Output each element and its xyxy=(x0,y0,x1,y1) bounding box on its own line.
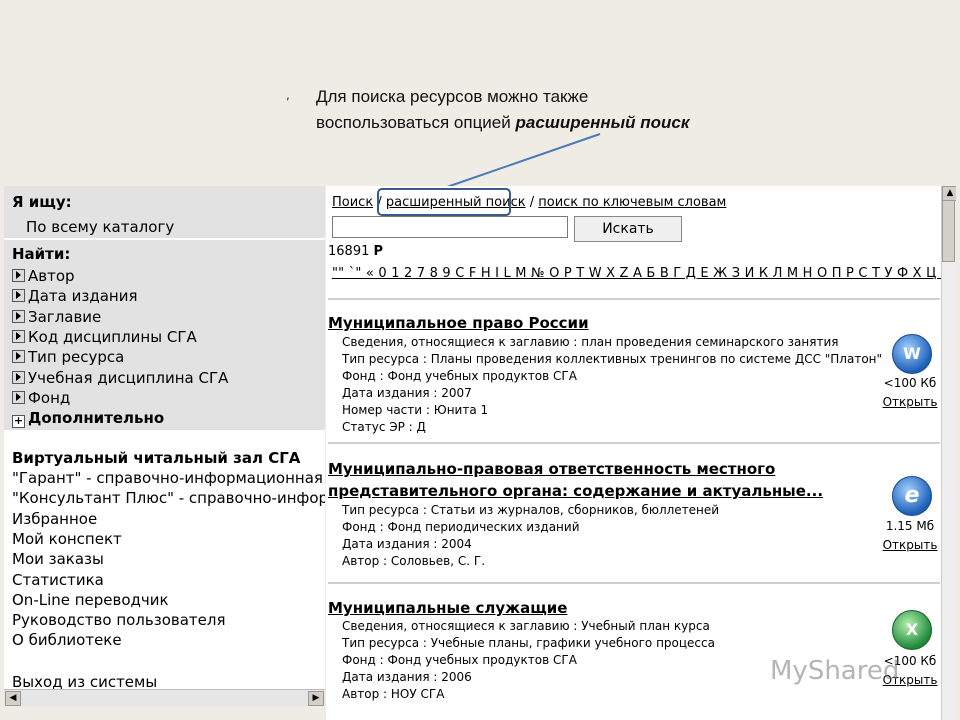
caption-emphasis: расширенный поиск xyxy=(515,113,690,132)
find-item[interactable]: Заглавие xyxy=(12,307,101,327)
keyword-search-link[interactable]: поиск по ключевым словам xyxy=(538,195,726,210)
caption: Для поиска ресурсов можно также воспольз… xyxy=(316,84,690,136)
internet-explorer-icon[interactable]: e xyxy=(892,476,932,516)
separator: / xyxy=(529,195,535,210)
result-title[interactable]: Муниципальное право России xyxy=(328,314,589,332)
callout-line xyxy=(443,133,601,189)
sidebar-link[interactable]: Избранное xyxy=(12,509,97,529)
caption-line-1: Для поиска ресурсов можно также xyxy=(316,87,589,106)
result-detail-line: Автор : Соловьев, С. Г. xyxy=(342,554,486,568)
caption-tick: , xyxy=(286,88,290,102)
find-label: Найти: xyxy=(12,245,71,263)
result-details: Сведения, относящиеся к заглавию : Учебн… xyxy=(342,618,715,703)
left-panel: Я ищу: По всему каталогу Найти: Автор Дат… xyxy=(4,186,325,706)
search-input[interactable] xyxy=(332,216,568,238)
caption-line-2-prefix: воспользоваться опцией xyxy=(316,113,516,132)
result-detail-line: Тип ресурса : Учебные планы, графики уче… xyxy=(342,636,715,650)
result-count-letter: Р xyxy=(373,244,384,259)
divider xyxy=(328,298,940,300)
sidebar-link[interactable]: О библиотеке xyxy=(12,630,122,650)
scroll-right-icon[interactable]: ▶ xyxy=(308,691,324,706)
find-item[interactable]: Тип ресурса xyxy=(12,347,124,367)
advanced-search-highlight xyxy=(377,188,511,216)
result-detail-line: Дата издания : 2006 xyxy=(342,670,472,684)
find-item[interactable]: Учебная дисциплина СГА xyxy=(12,368,228,388)
watermark: MyShared xyxy=(770,656,900,686)
expand-arrow-icon[interactable] xyxy=(12,309,25,323)
result-title-line-2[interactable]: представительного органа: содержание и а… xyxy=(328,482,823,500)
find-item-more[interactable]: + Дополнительно xyxy=(12,408,164,428)
scroll-thumb[interactable] xyxy=(942,200,955,262)
excel-doc-icon[interactable]: X xyxy=(892,610,932,650)
simple-search-link[interactable]: Поиск xyxy=(332,195,373,210)
expand-arrow-icon[interactable] xyxy=(12,350,25,364)
find-item-label: Тип ресурса xyxy=(28,348,125,367)
find-item-label: Заглавие xyxy=(28,307,102,326)
find-item[interactable]: Автор xyxy=(12,266,75,286)
find-item[interactable]: Код дисциплины СГА xyxy=(12,327,197,347)
divider xyxy=(328,442,940,444)
result-details: Сведения, относящиеся к заглавию : план … xyxy=(342,334,882,436)
word-doc-icon[interactable]: W xyxy=(892,334,932,374)
result-count: 16891 Р xyxy=(328,244,383,259)
looking-for-label: Я ищу: xyxy=(12,193,72,211)
result-detail-line: Фонд : Фонд учебных продуктов СГА xyxy=(342,653,577,667)
result-detail-line: Дата издания : 2007 xyxy=(342,386,472,400)
expand-arrow-icon[interactable] xyxy=(12,269,25,282)
result-detail-line: Дата издания : 2004 xyxy=(342,537,472,551)
result-size: <100 Кб xyxy=(883,376,937,390)
expand-arrow-icon[interactable] xyxy=(12,390,25,404)
result-size: 1.15 Мб xyxy=(885,519,935,533)
sidebar-link[interactable]: "Консультант Плюс" - справочно-информ xyxy=(12,488,325,508)
find-item[interactable]: Фонд xyxy=(12,388,70,408)
sidebar-link[interactable]: Мои заказы xyxy=(12,549,104,569)
find-item-more-label: Дополнительно xyxy=(28,409,165,427)
result-detail-line: Статус ЭР : Д xyxy=(342,420,426,434)
result-details: Тип ресурса : Статьи из журналов, сборни… xyxy=(342,502,719,570)
result-detail-line: Автор : НОУ СГА xyxy=(342,687,445,701)
result-detail-line: Сведения, относящиеся к заглавию : план … xyxy=(342,335,839,349)
result-detail-line: Тип ресурса : Статьи из журналов, сборни… xyxy=(342,503,720,517)
reading-room-heading[interactable]: Виртуальный читальный зал СГА xyxy=(12,448,300,468)
sidebar-link[interactable]: Статистика xyxy=(12,570,104,590)
find-item-label: Код дисциплины СГА xyxy=(28,327,197,346)
alphabet-index[interactable]: "" `" « 0 1 2 7 8 9 C F H I L M № O P T … xyxy=(332,266,956,281)
find-item[interactable]: Дата издания xyxy=(12,286,137,306)
open-link[interactable]: Открыть xyxy=(880,538,940,552)
sidebar-link[interactable]: On-Line переводчик xyxy=(12,590,169,610)
sidebar-link[interactable]: Руководство пользователя xyxy=(12,610,226,630)
find-item-label: Автор xyxy=(28,267,75,285)
result-title[interactable]: Муниципально-правовая ответственность ме… xyxy=(328,460,775,478)
plus-icon[interactable]: + xyxy=(12,415,25,428)
expand-arrow-icon[interactable] xyxy=(12,289,25,303)
sidebar-link[interactable]: "Гарант" - справочно-информационная с xyxy=(12,468,325,488)
search-button[interactable]: Искать xyxy=(574,216,682,242)
expand-arrow-icon[interactable] xyxy=(12,370,25,384)
result-title[interactable]: Муниципальные служащие xyxy=(328,599,567,617)
sidebar-link[interactable]: Мой конспект xyxy=(12,529,122,549)
find-item-label: Дата издания xyxy=(28,287,138,306)
find-item-label: Учебная дисциплина СГА xyxy=(28,368,229,387)
result-detail-line: Фонд : Фонд учебных продуктов СГА xyxy=(342,369,577,383)
looking-for-value[interactable]: По всему каталогу xyxy=(26,217,174,237)
vertical-scrollbar[interactable]: ▲ xyxy=(941,186,956,720)
divider xyxy=(328,582,940,584)
result-detail-line: Фонд : Фонд периодических изданий xyxy=(342,520,580,534)
caption-line-2: воспользоваться опцией расширенный поиск xyxy=(316,110,690,136)
find-item-label: Фонд xyxy=(28,388,71,407)
results-panel: Поиск / расширенный поиск / поиск по клю… xyxy=(326,186,956,720)
expand-arrow-icon[interactable] xyxy=(12,329,25,343)
result-count-number: 16891 xyxy=(328,244,370,259)
result-detail-line: Номер части : Юнита 1 xyxy=(342,403,489,417)
result-detail-line: Тип ресурса : Планы проведения коллектив… xyxy=(342,352,883,366)
scroll-left-icon[interactable]: ◀ xyxy=(5,691,21,706)
result-detail-line: Сведения, относящиеся к заглавию : Учебн… xyxy=(342,619,710,633)
scroll-up-icon[interactable]: ▲ xyxy=(942,186,956,201)
left-horizontal-scrollbar[interactable]: ◀ ▶ xyxy=(4,689,325,706)
open-link[interactable]: Открыть xyxy=(880,395,940,409)
